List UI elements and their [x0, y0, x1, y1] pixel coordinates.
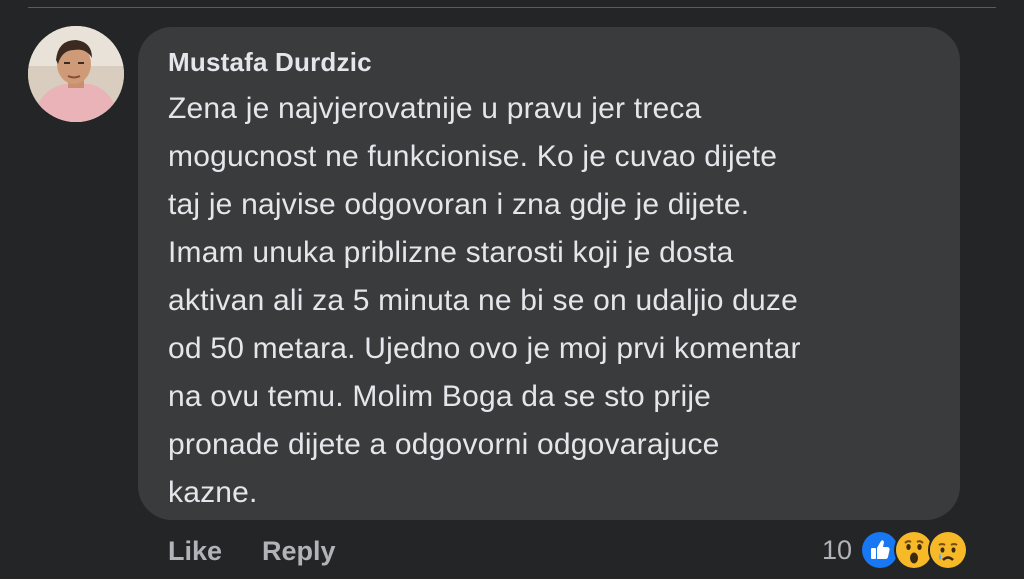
avatar[interactable]: [28, 26, 124, 122]
reaction-summary[interactable]: 10: [822, 530, 968, 570]
comment-text: Zena je najvjerovatnije u pravu jer trec…: [168, 85, 948, 517]
reply-button[interactable]: Reply: [262, 536, 336, 567]
comment-text-line: Imam unuka priblizne starosti koji je do…: [168, 236, 734, 269]
comment-text-line: aktivan ali za 5 minuta ne bi se on udal…: [168, 284, 798, 317]
comment-text-line: na ovu temu. Molim Boga da se sto prije: [168, 380, 712, 413]
comment-text-line: kazne.: [168, 476, 258, 509]
top-divider: [28, 7, 996, 8]
like-button[interactable]: Like: [168, 536, 222, 567]
comment-bubble: Mustafa Durdzic Zena je najvjerovatnije …: [138, 27, 960, 520]
comment-text-line: Zena je najvjerovatnije u pravu jer trec…: [168, 92, 702, 125]
comment-text-line: pronade dijete a odgovorni odgovarajuce: [168, 428, 720, 461]
comment-actions: Like Reply: [168, 533, 336, 569]
comment-thread: Mustafa Durdzic Zena je najvjerovatnije …: [0, 0, 1024, 579]
comment-text-line: od 50 metara. Ujedno ovo je moj prvi kom…: [168, 332, 801, 365]
avatar-photo: [28, 26, 124, 122]
reaction-count[interactable]: 10: [822, 535, 852, 566]
reaction-icons[interactable]: [860, 530, 968, 570]
comment-text-line: mogucnost ne funkcionise. Ko je cuvao di…: [168, 140, 778, 173]
comment-text-line: taj je najvise odgovoran i zna gdje je d…: [168, 188, 750, 221]
comment-author-name[interactable]: Mustafa Durdzic: [168, 47, 372, 78]
sad-reaction-icon: [928, 530, 968, 570]
